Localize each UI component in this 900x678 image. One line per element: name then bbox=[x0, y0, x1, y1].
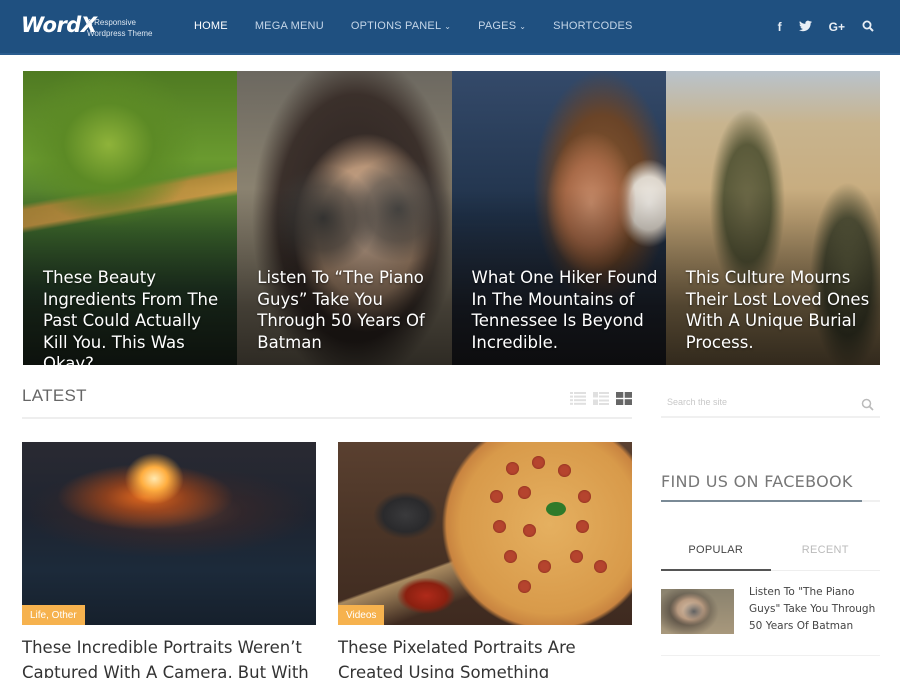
tab-popular[interactable]: POPULAR bbox=[661, 540, 771, 571]
search-icon[interactable] bbox=[861, 396, 874, 415]
latest-title: LATEST bbox=[22, 386, 87, 405]
pizza-decoration bbox=[518, 486, 531, 499]
nav-home-label: HOME bbox=[194, 20, 228, 32]
nav-options-panel[interactable]: OPTIONS PANEL ⌄ bbox=[351, 20, 451, 32]
featured-post[interactable]: What One Hiker Found In The Mountains of… bbox=[451, 71, 666, 365]
posts-tabs: POPULAR RECENT bbox=[661, 540, 880, 571]
category-badge[interactable]: Life, Other bbox=[22, 605, 85, 625]
tab-recent[interactable]: RECENT bbox=[771, 540, 881, 570]
site-logo[interactable]: WordX bbox=[21, 13, 97, 37]
pizza-decoration bbox=[576, 520, 589, 533]
featured-post-title[interactable]: Listen To “The Piano Guys” Take You Thro… bbox=[257, 267, 443, 353]
widget-title-underline bbox=[661, 500, 880, 502]
pizza-decoration bbox=[490, 490, 503, 503]
pizza-decoration bbox=[578, 490, 591, 503]
featured-post-title[interactable]: These Beauty Ingredients From The Past C… bbox=[43, 267, 229, 365]
post-card: Videos These Pixelated Portraits Are Cre… bbox=[338, 442, 632, 678]
post-image-fire[interactable]: Life, Other bbox=[22, 442, 316, 625]
popular-post-title[interactable]: Listen To "The Piano Guys" Take You Thro… bbox=[749, 584, 880, 635]
pizza-decoration bbox=[506, 462, 519, 475]
nav-shortcodes[interactable]: SHORTCODES bbox=[553, 20, 632, 32]
tagline-line-1: A Responsive bbox=[87, 18, 136, 27]
view-mode-switcher bbox=[570, 392, 632, 405]
featured-post-title[interactable]: What One Hiker Found In The Mountains of… bbox=[472, 267, 658, 353]
featured-posts: These Beauty Ingredients From The Past C… bbox=[23, 71, 880, 365]
nav-pages[interactable]: PAGES ⌄ bbox=[478, 20, 526, 32]
latest-section-header: LATEST bbox=[22, 386, 632, 419]
pizza-decoration bbox=[518, 580, 531, 593]
underline-accent bbox=[661, 500, 862, 502]
featured-post[interactable]: These Beauty Ingredients From The Past C… bbox=[23, 71, 238, 365]
nav-home[interactable]: HOME bbox=[194, 20, 228, 32]
list-view-icon[interactable] bbox=[570, 392, 586, 405]
featured-post[interactable]: This Culture Mourns Their Lost Loved One… bbox=[665, 71, 880, 365]
popular-post-item[interactable]: Listen To "The Piano Guys" Take You Thro… bbox=[661, 584, 880, 656]
basil-leaf bbox=[546, 502, 566, 516]
facebook-widget-title: FIND US ON FACEBOOK bbox=[661, 472, 853, 491]
grid-view-icon[interactable] bbox=[616, 392, 632, 405]
main-nav: HOME MEGA MENU OPTIONS PANEL ⌄ PAGES ⌄ SHO… bbox=[194, 20, 660, 32]
facebook-icon[interactable]: f bbox=[778, 20, 782, 34]
nav-mega-menu[interactable]: MEGA MENU bbox=[255, 20, 324, 32]
pizza-decoration bbox=[570, 550, 583, 563]
pizza-decoration bbox=[594, 560, 607, 573]
search-input[interactable] bbox=[661, 390, 851, 414]
post-title[interactable]: These Pixelated Portraits Are Created Us… bbox=[338, 635, 632, 678]
post-image-pizza[interactable]: Videos bbox=[338, 442, 632, 625]
site-tagline: A Responsive Wordpress Theme bbox=[87, 17, 153, 39]
post-card: Life, Other These Incredible Portraits W… bbox=[22, 442, 316, 678]
site-header: WordX A Responsive Wordpress Theme HOME … bbox=[0, 0, 900, 55]
nav-mega-menu-label: MEGA MENU bbox=[254, 20, 324, 32]
chevron-down-icon: ⌄ bbox=[519, 21, 527, 31]
chevron-down-icon: ⌄ bbox=[444, 21, 452, 31]
compact-list-view-icon[interactable] bbox=[593, 392, 609, 405]
nav-shortcodes-label: SHORTCODES bbox=[553, 20, 633, 32]
popular-post-thumbnail[interactable] bbox=[661, 589, 734, 634]
featured-post-title[interactable]: This Culture Mourns Their Lost Loved One… bbox=[686, 267, 872, 353]
pizza-decoration bbox=[523, 524, 536, 537]
sidebar-search bbox=[661, 390, 880, 418]
nav-options-panel-label: OPTIONS PANEL bbox=[350, 20, 442, 32]
social-links: f G+ bbox=[761, 20, 874, 34]
twitter-icon[interactable] bbox=[798, 20, 812, 34]
pizza-decoration bbox=[558, 464, 571, 477]
nav-pages-label: PAGES bbox=[478, 20, 517, 32]
pizza-decoration bbox=[532, 456, 545, 469]
pizza-decoration bbox=[538, 560, 551, 573]
search-icon[interactable] bbox=[862, 20, 874, 34]
google-plus-icon[interactable]: G+ bbox=[829, 20, 845, 34]
category-badge[interactable]: Videos bbox=[338, 605, 385, 625]
pizza-decoration bbox=[493, 520, 506, 533]
featured-post[interactable]: Listen To “The Piano Guys” Take You Thro… bbox=[237, 71, 452, 365]
pizza-decoration bbox=[504, 550, 517, 563]
tagline-line-2: Wordpress Theme bbox=[87, 29, 153, 38]
post-title[interactable]: These Incredible Portraits Weren’t Captu… bbox=[22, 635, 316, 678]
